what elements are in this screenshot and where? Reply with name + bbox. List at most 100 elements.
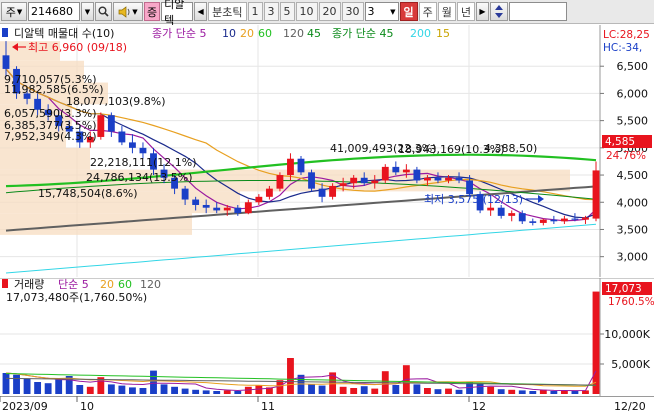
volume-bar — [497, 389, 505, 394]
week-button[interactable]: 주 — [418, 2, 437, 21]
candle-body — [129, 142, 136, 148]
candle-body — [181, 188, 189, 200]
stock-name-field: 디알텍 — [161, 0, 194, 27]
magnifier-icon[interactable] — [95, 2, 112, 21]
volume-bar — [150, 370, 157, 394]
triangle-right-icon[interactable]: ▶ — [476, 2, 489, 21]
month-label: 월 — [441, 5, 452, 19]
volume-bar — [308, 384, 315, 394]
interval-30-button[interactable]: 30 — [341, 2, 364, 21]
candle-body — [455, 177, 463, 181]
interval-5-button[interactable]: 5 — [279, 2, 295, 21]
candle-body — [487, 207, 495, 211]
candle-body — [592, 170, 600, 219]
volume-bar — [434, 389, 442, 394]
candle-body — [97, 115, 105, 137]
volume-profile-band — [0, 147, 90, 170]
legend-period-10: 10 — [222, 27, 236, 40]
candle-body — [560, 218, 568, 222]
price-tick-label: 5,500 — [617, 115, 649, 128]
candle-body — [202, 204, 210, 208]
code-dropdown-button[interactable]: ▼ — [81, 2, 94, 21]
candle-body — [424, 177, 431, 181]
volume-current-label: 17,073,480주(1,760.50%) — [6, 291, 147, 304]
volume-legend-title: 거래량 — [14, 278, 44, 291]
candle-body — [350, 177, 358, 184]
day-button[interactable]: 일 — [399, 2, 418, 21]
candle-body — [571, 218, 579, 220]
chart-mode-select[interactable]: 주 ▼ — [1, 2, 27, 21]
volume-bar — [192, 389, 200, 394]
price-chart-pane: 9,710,057(5.3%) 11,982,585(6.5%) 18,077,10… — [0, 25, 654, 277]
volume-bar — [34, 382, 42, 394]
year-label: 년 — [460, 5, 471, 19]
volume-bar — [2, 373, 10, 394]
up-down-arrows-icon[interactable] — [490, 2, 508, 21]
volume-bar — [508, 389, 516, 394]
interval-3-button[interactable]: 3 — [263, 2, 279, 21]
volume-bar — [318, 385, 326, 394]
candle-body — [255, 196, 263, 203]
volume-bar — [445, 388, 452, 394]
price-tick-label: 3,500 — [617, 223, 649, 236]
legend-period-20: 20 — [240, 27, 254, 40]
volume-bar — [171, 386, 178, 394]
volume-bar — [202, 390, 210, 394]
candle-body — [529, 221, 537, 223]
candle-body — [234, 207, 242, 214]
legend-ma-label: 종가 단순 5 — [152, 27, 206, 40]
month-button[interactable]: 월 — [437, 2, 456, 21]
volume-bar — [592, 291, 600, 394]
candle-body — [339, 183, 347, 186]
candle-body — [213, 207, 221, 211]
interval-custom-select[interactable]: 3 ▼ — [364, 2, 399, 21]
price-chart[interactable]: 9,710,057(5.3%)11,982,585(6.5%)18,077,10… — [0, 25, 654, 277]
candle-body — [192, 199, 200, 205]
volume-bar — [476, 383, 484, 394]
period-tick-label: 분초틱 — [212, 5, 243, 19]
candle-body — [508, 213, 516, 216]
volume-profile-label: 7,952,349(4.3%) — [4, 130, 97, 143]
lc-label: LC:28,25 — [603, 29, 650, 41]
volume-bar — [181, 388, 189, 394]
candle-body — [107, 115, 115, 132]
legend-period-60: 60 — [258, 27, 272, 40]
year-button[interactable]: 년 — [456, 2, 475, 21]
interval-1-button[interactable]: 1 — [247, 2, 263, 21]
volume-chart[interactable]: 10,000K 5,000K 거래량 단순 5 20 60 120 17,073,… — [0, 277, 654, 396]
low-label: 최저 3,575 (12/13) — [424, 193, 523, 206]
legend-title: 디알텍 매물대 수(10) — [14, 26, 114, 40]
week-label: 주 — [422, 5, 433, 19]
high-annotation: 최고 6,960 (09/18) — [12, 41, 127, 54]
interval-10-button[interactable]: 10 — [295, 2, 318, 21]
candle-body — [223, 207, 231, 211]
price-chart-background — [0, 25, 654, 277]
candle-body — [360, 177, 368, 184]
volume-bar — [234, 391, 242, 394]
candle-body — [308, 172, 315, 189]
interval-label: 5 — [283, 5, 291, 18]
date-label-dec: 12 — [472, 400, 486, 413]
date-axis-svg: 2023/09 10 11 12 12/20 — [0, 396, 654, 416]
period-tick-button[interactable]: 분초틱 — [208, 2, 247, 21]
hc-label: HC:-34, — [603, 42, 642, 54]
volume-bar — [529, 391, 537, 394]
volume-bar — [23, 378, 31, 394]
chevron-down-icon: ▼ — [16, 7, 23, 16]
chevron-down-icon: ▼ — [132, 7, 138, 16]
speaker-icon[interactable]: ▼ — [113, 2, 143, 21]
volume-bar — [86, 386, 94, 394]
price-tick-label: 4,500 — [617, 169, 649, 182]
volume-bar — [129, 387, 136, 394]
candle-body — [381, 166, 389, 181]
interval-label: 3 — [267, 5, 275, 18]
volume-bar — [13, 374, 20, 394]
candle-body — [445, 177, 452, 181]
interval-20-button[interactable]: 20 — [318, 2, 341, 21]
stock-code-input[interactable]: 214680 — [28, 2, 80, 21]
date-label-end: 12/20 — [614, 400, 646, 413]
date-input[interactable] — [509, 2, 567, 21]
volume-bar — [213, 391, 221, 394]
volume-bar — [360, 386, 368, 394]
triangle-left-icon[interactable]: ◀ — [194, 2, 208, 21]
